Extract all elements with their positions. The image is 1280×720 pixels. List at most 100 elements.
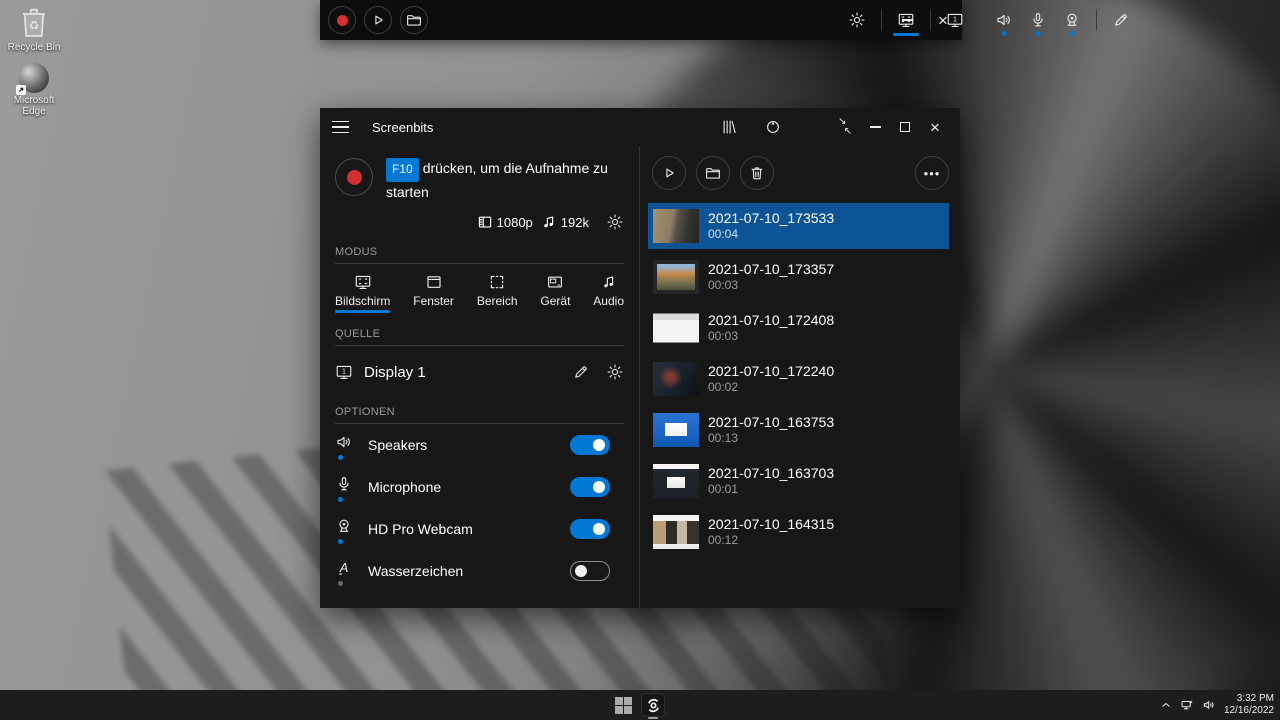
recording-item[interactable]: 2021-07-10_173533 00:04 [648, 203, 949, 249]
recording-duration: 00:13 [708, 431, 834, 446]
taskbar-screenbits-button[interactable] [641, 693, 665, 717]
screen-icon [354, 273, 372, 291]
recording-duration: 00:03 [708, 329, 834, 344]
minimize-button[interactable] [860, 112, 890, 142]
draw-button[interactable] [1104, 0, 1138, 40]
webcam-preview-button[interactable] [758, 112, 788, 142]
screenbits-logo-icon [645, 697, 662, 714]
device-status-dot [338, 581, 343, 586]
toggle-switch[interactable] [570, 519, 610, 539]
device-status-dot [338, 455, 343, 460]
running-indicator [648, 717, 658, 719]
desktop-icon-label: Recycle Bin [8, 42, 61, 53]
edit-source-button[interactable] [572, 363, 590, 381]
recording-name: 2021-07-10_173533 [708, 210, 834, 227]
recording-duration: 00:02 [708, 380, 834, 395]
recordings-list: 2021-07-10_173533 00:04 2021-07-10_17335… [640, 203, 960, 555]
device-status-dot [338, 497, 343, 502]
library-button[interactable] [714, 112, 744, 142]
more-options-button[interactable]: ••• [915, 156, 949, 190]
recording-item[interactable]: 2021-07-10_164315 00:12 [648, 509, 949, 555]
record-icon [337, 15, 348, 26]
recording-item[interactable]: 2021-07-10_173357 00:03 [648, 254, 949, 300]
preview-icon [764, 118, 782, 136]
option-wasserzeichen: A Wasserzeichen [335, 550, 624, 592]
start-recording-button[interactable] [335, 158, 373, 196]
volume-icon[interactable] [1202, 698, 1216, 712]
desktop: ♻ Recycle Bin Microsoft Edge 1 [0, 0, 1280, 720]
ellipsis-icon: ••• [924, 166, 941, 181]
toggle-switch[interactable] [570, 561, 610, 581]
separator [881, 9, 882, 31]
screenbits-window: Screenbits ↘↖ × F10drücken, [320, 108, 960, 608]
device-icon [546, 273, 564, 291]
watermark-icon: A [335, 559, 355, 583]
recording-thumbnail [653, 515, 699, 549]
recording-item[interactable]: 2021-07-10_172240 00:02 [648, 356, 949, 402]
audio-quality[interactable]: 192k [540, 213, 589, 231]
toggle-switch[interactable] [570, 435, 610, 455]
tab-bereich[interactable]: Bereich [477, 273, 518, 313]
desktop-icon-recycle-bin[interactable]: ♻ Recycle Bin [2, 4, 66, 53]
delete-recording-button[interactable] [740, 156, 774, 190]
clock-date: 12/16/2022 [1224, 705, 1274, 717]
recording-thumbnail [653, 260, 699, 294]
compact-mode-button[interactable]: ↘↖ [830, 112, 860, 142]
tab-fenster[interactable]: Fenster [413, 273, 454, 313]
desktop-icon-microsoft-edge[interactable]: Microsoft Edge [2, 63, 66, 117]
open-folder-button[interactable] [400, 6, 428, 34]
network-icon[interactable] [1180, 698, 1194, 712]
toggle-switch[interactable] [570, 477, 610, 497]
section-optionen: OPTIONEN [335, 406, 624, 424]
separator [979, 9, 980, 31]
close-button[interactable]: × [930, 7, 956, 33]
gear-icon [606, 213, 624, 231]
recording-thumbnail [653, 413, 699, 447]
open-recording-folder-button[interactable] [696, 156, 730, 190]
tray-overflow-button[interactable] [1160, 699, 1172, 711]
tab-bildschirm[interactable]: Bildschirm [335, 273, 390, 313]
hotkey-badge: F10 [386, 158, 419, 182]
recording-item[interactable]: 2021-07-10_163703 00:01 [648, 458, 949, 504]
toggle-knob [593, 523, 605, 535]
clock-time: 3:32 PM [1224, 693, 1274, 705]
svg-text:1: 1 [342, 368, 346, 376]
quality-settings-button[interactable] [606, 213, 624, 231]
enabled-dot [1036, 31, 1041, 36]
minimize-button[interactable] [894, 7, 920, 33]
webcam-toggle-button[interactable] [1055, 0, 1089, 40]
minimize-icon [902, 19, 913, 21]
menu-button[interactable] [332, 116, 354, 138]
tab-gerät[interactable]: Gerät [540, 273, 570, 313]
section-modus: MODUS [335, 246, 624, 264]
recording-duration: 00:03 [708, 278, 834, 293]
speaker-icon [995, 11, 1013, 29]
tab-audio[interactable]: Audio [593, 273, 624, 313]
taskbar-clock[interactable]: 3:32 PM 12/16/2022 [1224, 693, 1274, 717]
desktop-icon-label: Microsoft Edge [2, 95, 66, 117]
speakers-toggle-button[interactable] [987, 0, 1021, 40]
webcam-icon [1063, 11, 1081, 29]
record-button[interactable] [328, 6, 356, 34]
microphone-toggle-button[interactable] [1021, 0, 1055, 40]
recording-name: 2021-07-10_163753 [708, 414, 834, 431]
close-button[interactable]: × [920, 112, 950, 142]
option-microphone: Microphone [335, 466, 624, 508]
folder-icon [405, 11, 423, 29]
recording-item[interactable]: 2021-07-10_163753 00:13 [648, 407, 949, 453]
trash-icon [748, 164, 766, 182]
recorder-toolbar-modes: 1 [840, 0, 1138, 40]
settings-button[interactable] [840, 0, 874, 40]
titlebar-actions: ↘↖ × [714, 112, 950, 142]
source-settings-button[interactable] [606, 363, 624, 381]
recording-duration: 00:04 [708, 227, 834, 242]
source-row[interactable]: 1 Display 1 [335, 357, 624, 391]
recording-item[interactable]: 2021-07-10_172408 00:03 [648, 305, 949, 351]
play-recording-button[interactable] [652, 156, 686, 190]
play-button[interactable] [364, 6, 392, 34]
video-quality[interactable]: 1080p [476, 213, 533, 231]
pencil-icon [1112, 11, 1130, 29]
start-button[interactable] [615, 697, 632, 714]
option-list: Speakers Microphone HD Pro Webcam A Wass… [335, 424, 624, 592]
maximize-button[interactable] [890, 112, 920, 142]
